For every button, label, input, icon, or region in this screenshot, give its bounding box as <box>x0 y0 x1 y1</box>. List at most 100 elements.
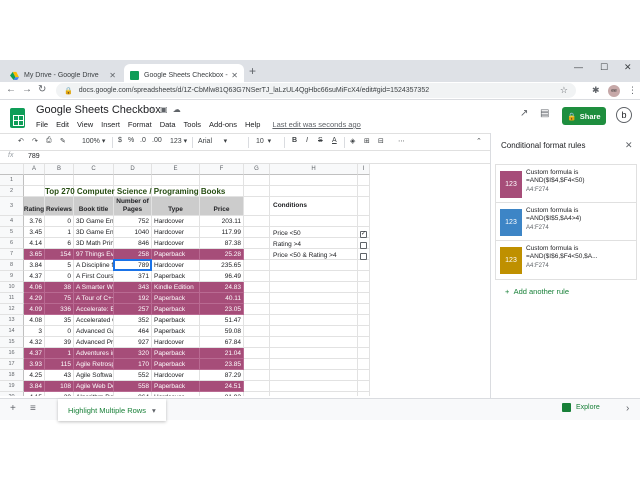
sheets-logo-icon[interactable] <box>10 108 25 128</box>
close-icon[interactable]: ✕ <box>109 71 116 80</box>
table-cell-pages[interactable]: 257 <box>114 304 152 315</box>
cell[interactable] <box>244 175 270 186</box>
table-cell-type[interactable]: Hardcover <box>152 238 200 249</box>
menu-addons[interactable]: Add-ons <box>209 120 237 129</box>
cell[interactable] <box>244 186 270 197</box>
row-header-8[interactable]: 8 <box>0 260 24 271</box>
increase-decimal-button[interactable]: .00 <box>152 137 162 144</box>
table-cell-reviews[interactable]: 35 <box>45 315 74 326</box>
column-title-book-title[interactable]: Book title <box>74 197 114 216</box>
decrease-decimal-button[interactable]: .0 <box>140 137 146 144</box>
forward-icon[interactable]: → <box>22 84 32 95</box>
condition-checkbox[interactable] <box>360 242 367 249</box>
table-cell-pages[interactable]: 170 <box>114 359 152 370</box>
minimize-icon[interactable]: — <box>574 62 583 72</box>
close-icon[interactable]: ✕ <box>625 140 633 151</box>
menu-format[interactable]: Format <box>128 120 152 129</box>
cell[interactable] <box>270 216 358 227</box>
table-cell-type[interactable]: Hardcover <box>152 260 200 271</box>
new-tab-icon[interactable]: + <box>249 64 256 78</box>
table-cell-type[interactable]: Hardcover <box>152 337 200 348</box>
table-cell-reviews[interactable]: 336 <box>45 304 74 315</box>
row-header-20[interactable]: 20 <box>0 392 24 396</box>
table-cell-type[interactable]: Kindle Edition <box>152 282 200 293</box>
share-button[interactable]: 🔒 Share <box>562 107 606 125</box>
table-cell-rating[interactable]: 4.15 <box>24 392 45 396</box>
table-cell-type[interactable]: Paperback <box>152 293 200 304</box>
cell[interactable] <box>270 381 358 392</box>
table-cell-rating[interactable]: 3.93 <box>24 359 45 370</box>
column-header-e[interactable]: E <box>152 164 200 175</box>
cell[interactable] <box>244 197 270 216</box>
row-header-2[interactable]: 2 <box>0 186 24 197</box>
more-options-icon[interactable]: ⋯ <box>398 137 405 145</box>
cell[interactable] <box>270 348 358 359</box>
row-header-12[interactable]: 12 <box>0 304 24 315</box>
cell[interactable] <box>270 392 358 396</box>
table-cell-reviews[interactable]: 108 <box>45 381 74 392</box>
cell[interactable] <box>244 337 270 348</box>
chevron-down-icon[interactable]: ▾ <box>152 406 156 415</box>
cell[interactable] <box>244 238 270 249</box>
table-cell-reviews[interactable]: 43 <box>45 370 74 381</box>
paint-format-icon[interactable]: ✎ <box>60 137 66 145</box>
table-cell-title[interactable]: Agile Retrosp <box>74 359 114 370</box>
browser-menu-icon[interactable]: ⋮ <box>628 85 637 96</box>
row-header-14[interactable]: 14 <box>0 326 24 337</box>
menu-insert[interactable]: Insert <box>101 120 120 129</box>
table-cell-rating[interactable]: 4.25 <box>24 370 45 381</box>
select-all-corner[interactable] <box>0 164 24 175</box>
cell[interactable] <box>358 315 370 326</box>
table-cell-pages[interactable]: 343 <box>114 282 152 293</box>
table-cell-rating[interactable]: 4.14 <box>24 238 45 249</box>
row-header-17[interactable]: 17 <box>0 359 24 370</box>
table-cell-price[interactable]: 51.47 <box>200 315 244 326</box>
move-folder-icon[interactable]: ▣ <box>160 105 173 114</box>
row-header-15[interactable]: 15 <box>0 337 24 348</box>
row-header-13[interactable]: 13 <box>0 315 24 326</box>
print-icon[interactable]: ⎙ <box>46 137 52 145</box>
table-cell-type[interactable]: Hardcover <box>152 227 200 238</box>
table-cell-type[interactable]: Paperback <box>152 348 200 359</box>
add-rule-button[interactable]: + Add another rule <box>505 287 569 296</box>
table-cell-title[interactable]: Accelerated C <box>74 315 114 326</box>
redo-icon[interactable]: ↷ <box>32 137 38 145</box>
cell[interactable] <box>270 175 358 186</box>
cell[interactable] <box>244 304 270 315</box>
cell[interactable] <box>74 175 114 186</box>
table-cell-reviews[interactable]: 6 <box>45 238 74 249</box>
table-cell-title[interactable]: Advanced Pro <box>74 337 114 348</box>
row-header-9[interactable]: 9 <box>0 271 24 282</box>
table-cell-price[interactable]: 59.08 <box>200 326 244 337</box>
table-cell-price[interactable]: 203.11 <box>200 216 244 227</box>
strikethrough-button[interactable]: S <box>318 137 323 144</box>
table-cell-reviews[interactable]: 115 <box>45 359 74 370</box>
cell[interactable] <box>244 216 270 227</box>
activity-icon[interactable]: ↗ <box>520 108 528 119</box>
table-cell-reviews[interactable]: 0 <box>45 271 74 282</box>
cell[interactable] <box>244 348 270 359</box>
collapse-toolbar-icon[interactable]: ⌃ <box>476 137 482 145</box>
table-cell-title[interactable]: A Discipline f <box>74 260 114 271</box>
table-cell-type[interactable]: Hardcover <box>152 392 200 396</box>
table-cell-price[interactable]: 23.85 <box>200 359 244 370</box>
table-cell-pages[interactable]: 927 <box>114 337 152 348</box>
menu-data[interactable]: Data <box>160 120 176 129</box>
table-cell-reviews[interactable]: 20 <box>45 392 74 396</box>
column-title-number-of-pages[interactable]: Number of Pages <box>114 197 152 216</box>
table-cell-rating[interactable]: 4.32 <box>24 337 45 348</box>
table-cell-price[interactable]: 25.28 <box>200 249 244 260</box>
table-cell-rating[interactable]: 4.29 <box>24 293 45 304</box>
cell[interactable] <box>358 392 370 396</box>
table-cell-rating[interactable]: 4.06 <box>24 282 45 293</box>
cell[interactable] <box>270 359 358 370</box>
cell[interactable] <box>358 293 370 304</box>
table-cell-type[interactable]: Paperback <box>152 381 200 392</box>
table-cell-pages[interactable]: 752 <box>114 216 152 227</box>
table-cell-pages[interactable]: 552 <box>114 370 152 381</box>
table-cell-type[interactable]: Hardcover <box>152 216 200 227</box>
table-cell-price[interactable]: 87.29 <box>200 370 244 381</box>
table-cell-rating[interactable]: 3.84 <box>24 381 45 392</box>
add-sheet-icon[interactable]: + <box>10 403 16 414</box>
cell[interactable] <box>358 304 370 315</box>
